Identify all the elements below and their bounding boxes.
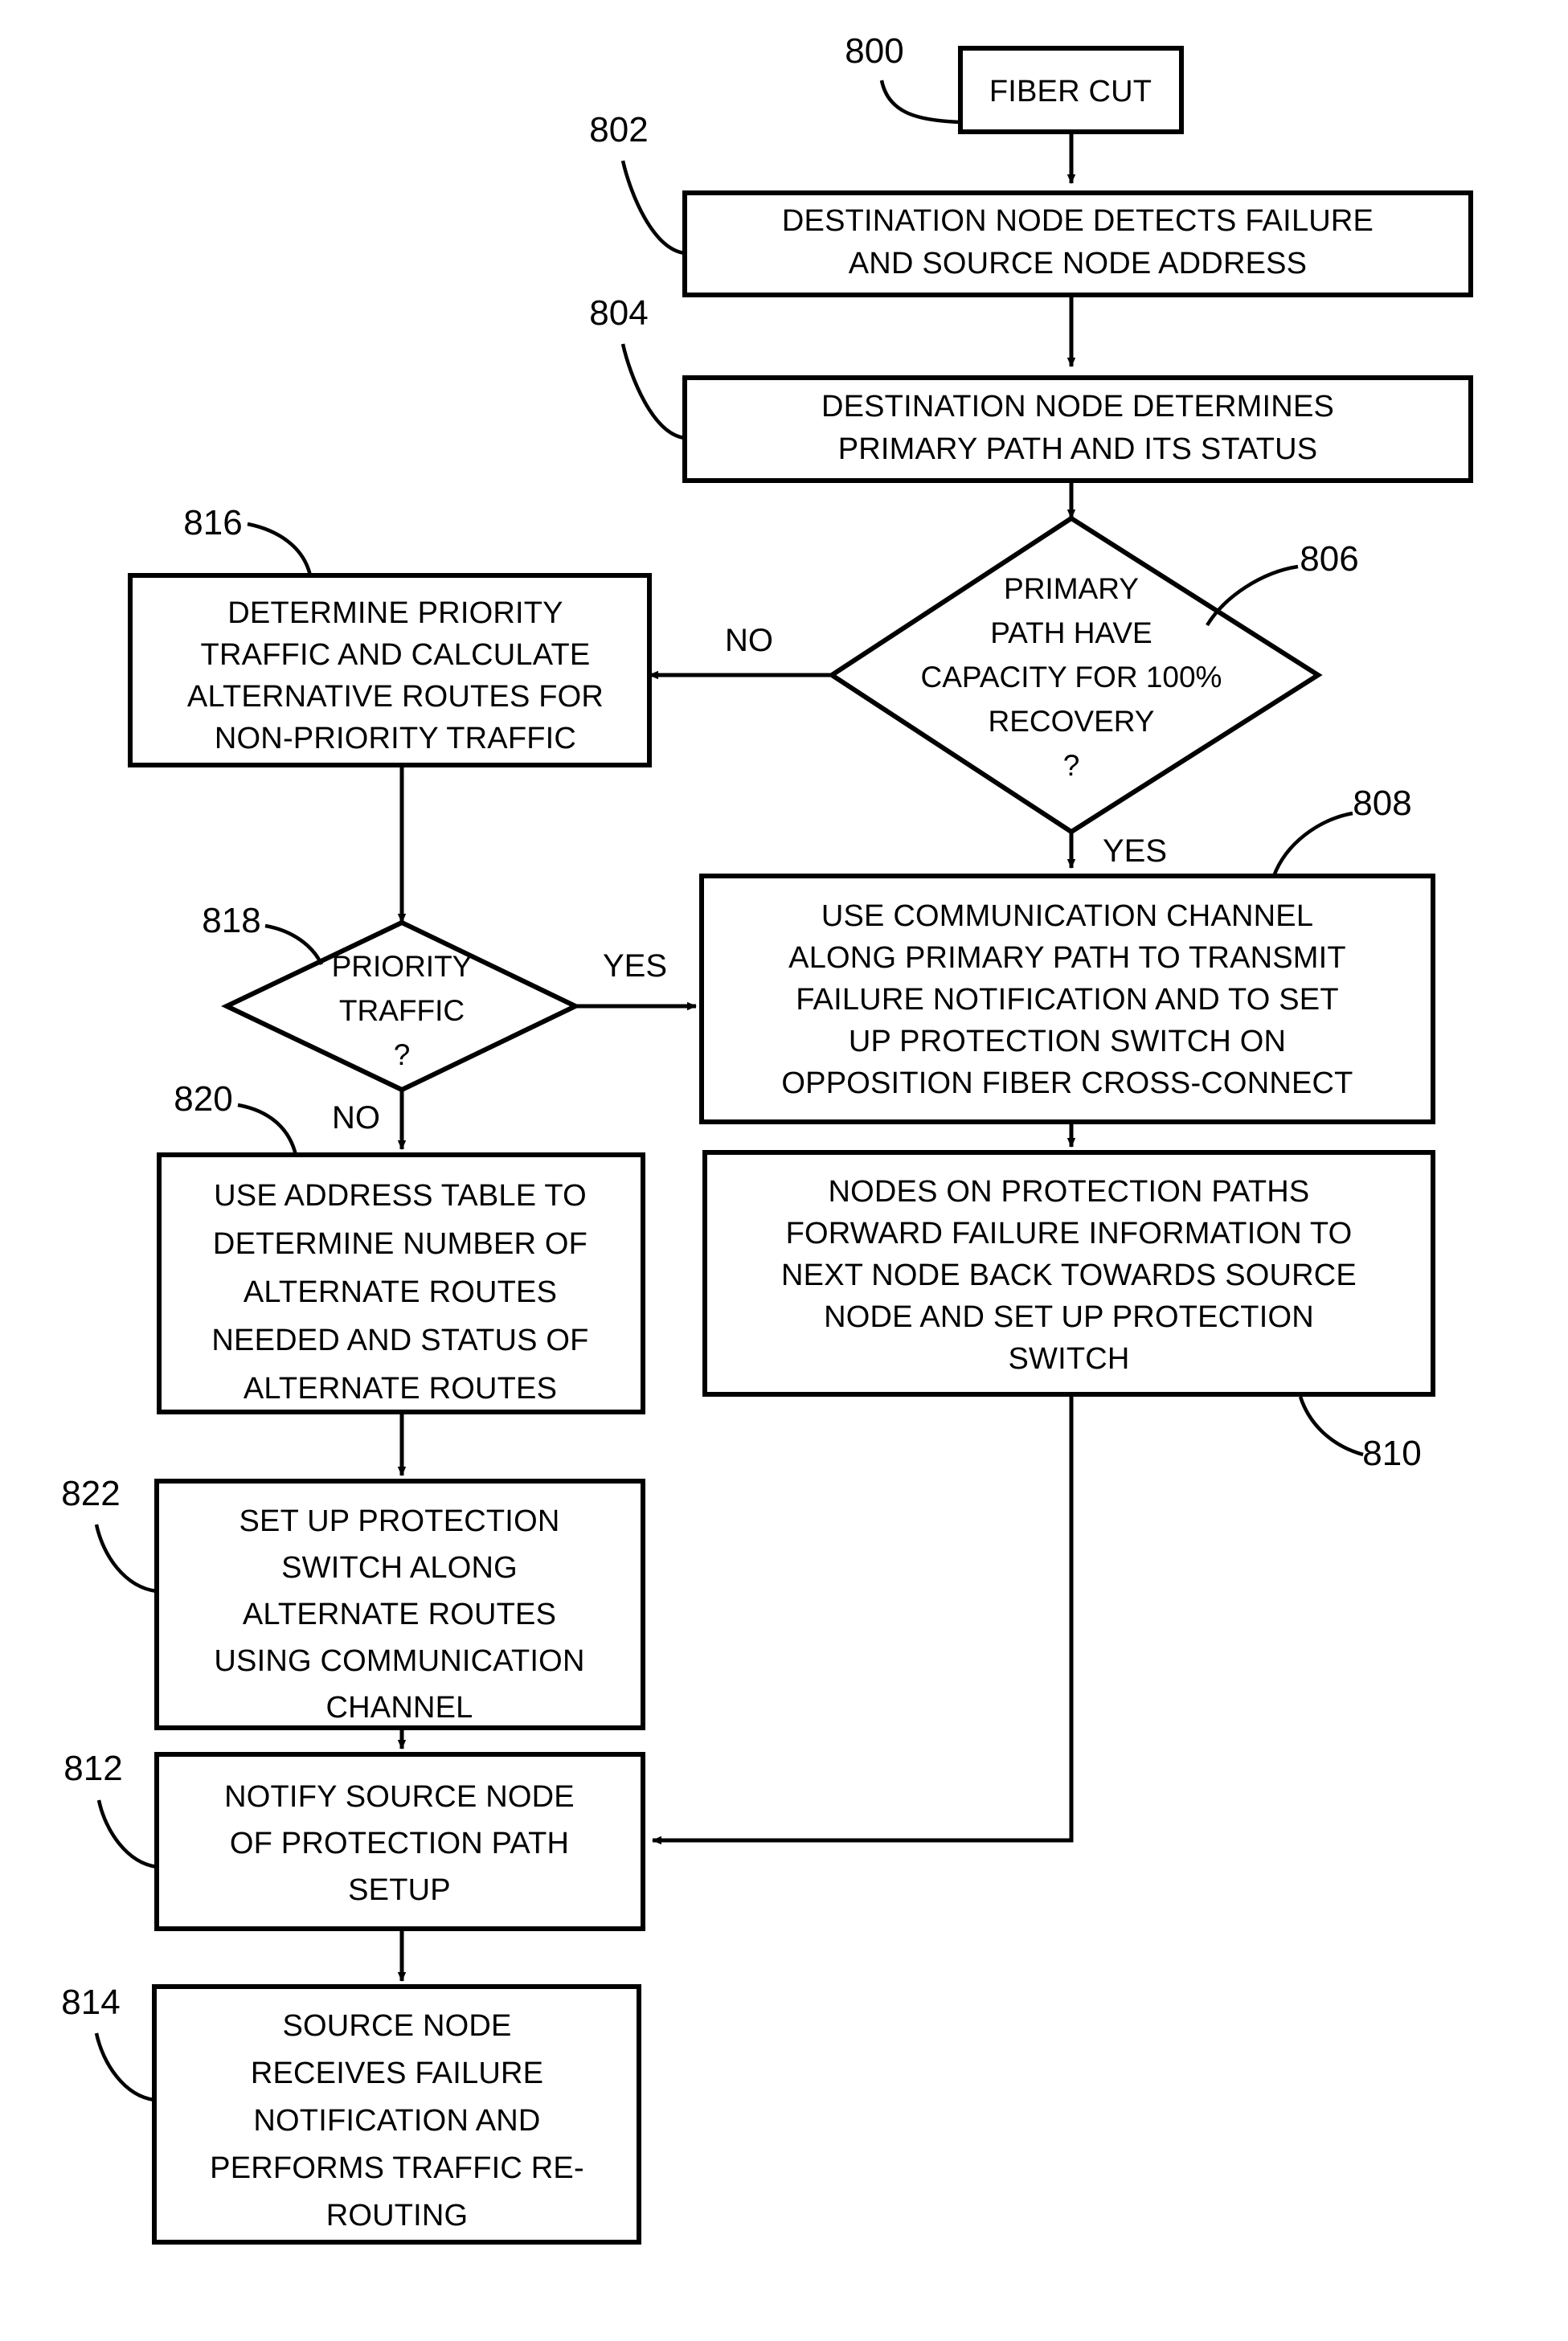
node-804-line-0: DESTINATION NODE DETERMINES [821, 390, 1334, 424]
node-818-line-1: TRAFFIC [339, 994, 465, 1027]
node-822-line-3: USING COMMUNICATION [214, 1644, 584, 1678]
node-806-line-2: CAPACITY FOR 100% [921, 661, 1222, 694]
ref-808-leader [1271, 811, 1353, 877]
node-802-line-1: AND SOURCE NODE ADDRESS [849, 247, 1307, 280]
flowchart-page: FIBER CUT 800 DESTINATION NODE DETECTS F… [0, 0, 1568, 2341]
ref-label-812: 812 [63, 1749, 158, 1869]
node-810-line-1: FORWARD FAILURE INFORMATION TO [786, 1217, 1353, 1250]
ref-822-text: 822 [61, 1474, 120, 1513]
edge-label-818-no: NO [332, 1100, 380, 1136]
ref-label-808: 808 [1271, 784, 1412, 877]
ref-label-818: 818 [202, 901, 324, 965]
node-820-line-0: USE ADDRESS TABLE TO [214, 1179, 587, 1213]
node-812-line-0: NOTIFY SOURCE NODE [224, 1780, 575, 1814]
node-822-line-4: CHANNEL [326, 1691, 473, 1725]
ref-800-leader [879, 80, 961, 125]
edge-810-812 [652, 1394, 1074, 1845]
node-812-notify-source-node[interactable]: NOTIFY SOURCE NODE OF PROTECTION PATH SE… [154, 1752, 645, 1931]
node-816-line-1: TRAFFIC AND CALCULATE [201, 638, 591, 672]
node-806-primary-path-capacity[interactable]: PRIMARY PATH HAVE CAPACITY FOR 100% RECO… [827, 515, 1323, 835]
node-818-line-2: ? [394, 1038, 411, 1071]
ref-818-leader [264, 923, 324, 965]
ref-806-text: 806 [1300, 539, 1358, 579]
node-806-line-4: ? [1063, 749, 1080, 782]
node-806-line-3: RECOVERY [989, 705, 1155, 738]
node-810-line-0: NODES ON PROTECTION PATHS [829, 1175, 1310, 1209]
node-814-line-0: SOURCE NODE [282, 2009, 511, 2043]
ref-label-802: 802 [589, 110, 686, 256]
node-806-line-0: PRIMARY [1004, 572, 1139, 605]
ref-814-leader [94, 2032, 155, 2102]
node-800-line-0: FIBER CUT [989, 75, 1152, 108]
ref-804-leader [620, 343, 686, 440]
node-820-use-address-table[interactable]: USE ADDRESS TABLE TO DETERMINE NUMBER OF… [157, 1152, 645, 1414]
ref-818-text: 818 [202, 901, 260, 940]
node-810-nodes-on-protection-paths[interactable]: NODES ON PROTECTION PATHS FORWARD FAILUR… [702, 1150, 1435, 1397]
node-814-source-node-receives[interactable]: SOURCE NODE RECEIVES FAILURE NOTIFICATIO… [152, 1984, 641, 2245]
edge-label-806-no: NO [725, 623, 773, 658]
ref-820-leader [237, 1103, 298, 1156]
node-802-line-0: DESTINATION NODE DETECTS FAILURE [782, 204, 1374, 238]
node-820-line-3: NEEDED AND STATUS OF [211, 1324, 588, 1357]
ref-808-text: 808 [1353, 784, 1411, 823]
ref-label-816: 816 [183, 503, 313, 576]
ref-812-text: 812 [63, 1749, 122, 1788]
node-816-determine-priority-traffic[interactable]: DETERMINE PRIORITY TRAFFIC AND CALCULATE… [128, 573, 652, 767]
ref-label-814: 814 [61, 1983, 155, 2102]
ref-816-text: 816 [183, 503, 242, 542]
node-816-line-0: DETERMINE PRIORITY [227, 596, 563, 630]
ref-label-810: 810 [1298, 1396, 1422, 1473]
ref-812-leader [96, 1799, 158, 1869]
node-816-line-3: NON-PRIORITY TRAFFIC [215, 722, 576, 755]
ref-802-text: 802 [589, 110, 648, 149]
ref-label-804: 804 [589, 293, 686, 440]
ref-810-text: 810 [1362, 1434, 1421, 1473]
node-810-line-3: NODE AND SET UP PROTECTION [824, 1300, 1314, 1334]
node-806-line-1: PATH HAVE [990, 616, 1152, 649]
node-808-use-communication-channel[interactable]: USE COMMUNICATION CHANNEL ALONG PRIMARY … [699, 874, 1435, 1124]
node-818-priority-traffic[interactable]: PRIORITY TRAFFIC ? [221, 919, 581, 1093]
node-814-line-3: PERFORMS TRAFFIC RE- [210, 2151, 584, 2185]
node-812-line-2: SETUP [348, 1873, 451, 1907]
node-816-line-2: ALTERNATIVE ROUTES FOR [187, 680, 604, 714]
ref-810-leader [1298, 1396, 1364, 1457]
node-808-line-3: UP PROTECTION SWITCH ON [849, 1025, 1286, 1058]
node-814-line-4: ROUTING [326, 2199, 469, 2233]
ref-816-leader [247, 522, 313, 576]
edge-label-818-yes: YES [603, 948, 667, 984]
node-818-line-0: PRIORITY [332, 950, 473, 983]
node-808-line-2: FAILURE NOTIFICATION AND TO SET [796, 983, 1339, 1017]
node-800-fiber-cut[interactable]: FIBER CUT [958, 46, 1184, 134]
node-804-line-1: PRIMARY PATH AND ITS STATUS [838, 432, 1318, 466]
node-822-line-2: ALTERNATE ROUTES [243, 1598, 556, 1631]
ref-label-822: 822 [61, 1474, 158, 1594]
ref-804-text: 804 [589, 293, 648, 333]
node-804-destination-determines[interactable]: DESTINATION NODE DETERMINES PRIMARY PATH… [682, 375, 1473, 483]
ref-814-text: 814 [61, 1983, 120, 2022]
ref-label-820: 820 [174, 1079, 298, 1156]
node-820-line-2: ALTERNATE ROUTES [244, 1275, 557, 1309]
node-808-line-4: OPPOSITION FIBER CROSS-CONNECT [781, 1066, 1353, 1100]
ref-800-text: 800 [845, 31, 903, 71]
ref-820-text: 820 [174, 1079, 232, 1119]
node-812-line-1: OF PROTECTION PATH [230, 1827, 569, 1860]
flowchart-canvas: FIBER CUT 800 DESTINATION NODE DETECTS F… [61, 31, 1473, 2245]
ref-label-800: 800 [845, 31, 961, 125]
node-822-set-up-protection-switch[interactable]: SET UP PROTECTION SWITCH ALONG ALTERNATE… [154, 1479, 645, 1730]
ref-822-leader [94, 1524, 158, 1594]
edge-label-806-yes: YES [1103, 833, 1167, 869]
node-820-line-1: DETERMINE NUMBER OF [213, 1227, 587, 1261]
node-822-line-1: SWITCH ALONG [281, 1551, 518, 1585]
node-814-line-1: RECEIVES FAILURE [251, 2057, 543, 2090]
node-810-line-2: NEXT NODE BACK TOWARDS SOURCE [781, 1258, 1357, 1292]
ref-802-leader [620, 160, 686, 256]
ref-label-806: 806 [1206, 539, 1359, 627]
node-822-line-0: SET UP PROTECTION [239, 1504, 560, 1538]
node-810-line-4: SWITCH [1008, 1342, 1129, 1376]
node-808-line-1: ALONG PRIMARY PATH TO TRANSMIT [788, 941, 1346, 975]
node-820-line-4: ALTERNATE ROUTES [244, 1372, 557, 1406]
node-808-line-0: USE COMMUNICATION CHANNEL [821, 899, 1313, 933]
node-802-destination-detects[interactable]: DESTINATION NODE DETECTS FAILURE AND SOU… [682, 190, 1473, 297]
node-814-line-2: NOTIFICATION AND [253, 2104, 540, 2138]
